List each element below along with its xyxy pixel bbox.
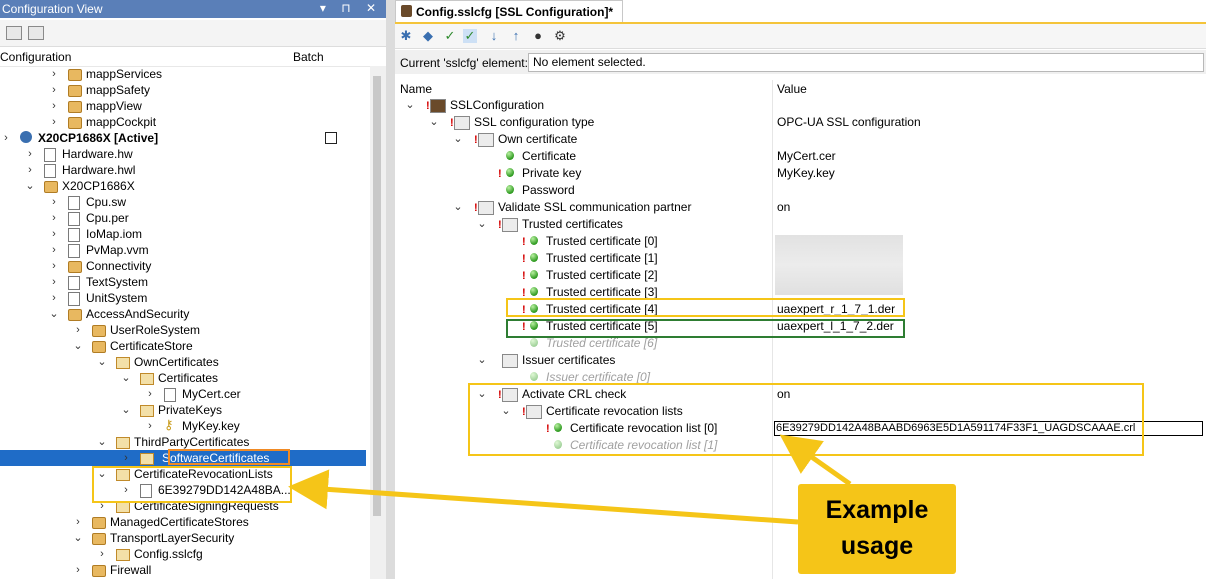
callout-line-2: usage xyxy=(840,532,914,560)
arrow-to-tree xyxy=(288,469,799,525)
arrow-to-crl-value xyxy=(779,434,852,487)
annotation-arrows xyxy=(288,434,852,525)
example-usage-callout: Example usage xyxy=(798,484,956,574)
callout-line-1: Example xyxy=(825,496,929,524)
